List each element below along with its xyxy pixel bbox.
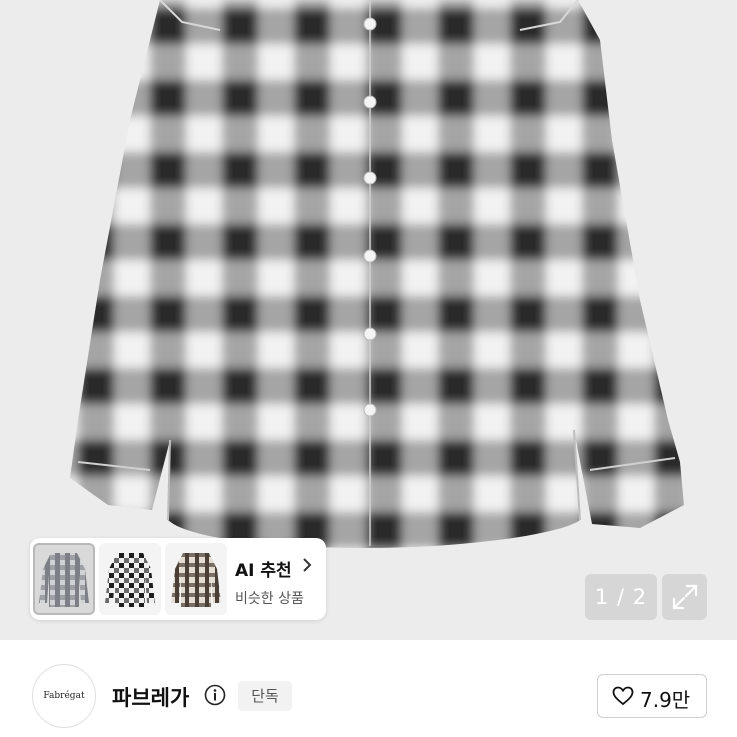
seller-name[interactable]: 파브레가 (112, 682, 189, 712)
expand-button[interactable] (662, 574, 707, 620)
expand-icon (672, 584, 698, 610)
like-count: 7.9만 (640, 688, 691, 712)
chevron-right-icon (302, 557, 312, 577)
seller-avatar[interactable]: Fabrégat (32, 664, 96, 728)
ai-recommend-subtitle: 비슷한 상품 (235, 591, 304, 607)
ai-thumb-2[interactable] (99, 543, 161, 615)
like-button[interactable]: 7.9만 (597, 674, 707, 718)
image-page-counter: 1 / 2 (585, 574, 657, 620)
seller-logo-text: Fabrégat (43, 691, 85, 701)
exclusive-badge: 단독 (238, 681, 292, 711)
ai-thumb-1[interactable] (33, 543, 95, 615)
ai-thumb-3[interactable] (165, 543, 227, 615)
ai-recommend-card[interactable]: AI 추천 비슷한 상품 (30, 538, 326, 620)
shirt-thumb-image (171, 553, 221, 607)
product-image[interactable]: AI 추천 비슷한 상품 1 / 2 (0, 0, 737, 640)
shirt-thumb-image (39, 553, 89, 607)
shirt-thumb-image (105, 553, 155, 607)
info-icon[interactable] (204, 684, 226, 706)
ai-recommend-title: AI 추천 (235, 561, 292, 581)
heart-icon (612, 686, 634, 706)
